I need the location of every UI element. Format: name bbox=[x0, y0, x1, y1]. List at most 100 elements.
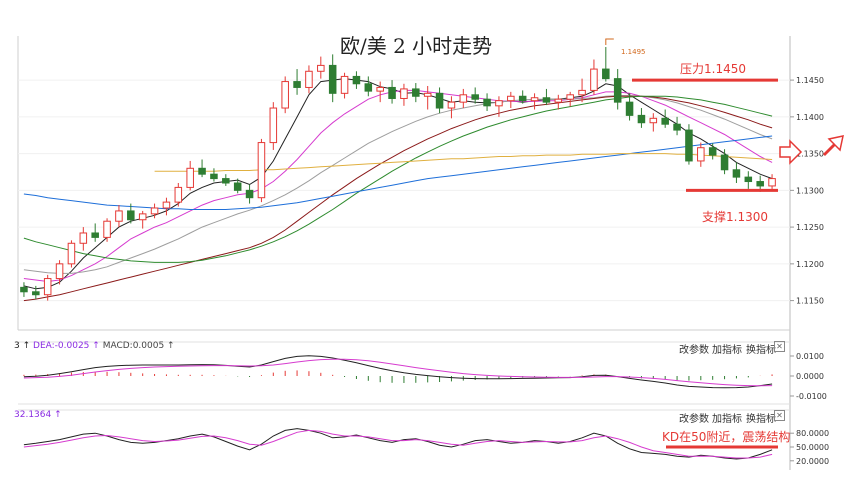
candle-down bbox=[91, 232, 99, 238]
kd-tick-label: 50.0000 bbox=[796, 443, 829, 452]
candle-down bbox=[756, 181, 764, 187]
right-arrow-icon bbox=[779, 139, 803, 165]
candle-up bbox=[79, 232, 88, 244]
candle-down bbox=[388, 86, 396, 99]
candle-down bbox=[127, 210, 135, 221]
candle-down bbox=[720, 154, 729, 171]
candle-down bbox=[198, 167, 206, 175]
candle-up bbox=[423, 92, 432, 97]
candle-up bbox=[43, 278, 52, 296]
candle-up bbox=[495, 100, 503, 107]
moving-average-lines bbox=[23, 78, 773, 302]
candle-down bbox=[222, 178, 230, 184]
candle-up bbox=[150, 207, 159, 215]
up-right-arrow-icon bbox=[822, 135, 844, 157]
macd-tick-label: 0.0100 bbox=[796, 352, 824, 361]
price-tick-label: 1.1200 bbox=[796, 260, 824, 269]
candle-up bbox=[269, 107, 278, 144]
macd-params-button[interactable]: 改参数 bbox=[679, 341, 709, 356]
candle-up bbox=[447, 101, 456, 109]
candles bbox=[20, 47, 776, 301]
candle-up bbox=[578, 89, 586, 96]
price-tick-label: 1.1300 bbox=[796, 186, 824, 195]
candle-down bbox=[483, 98, 491, 107]
chart-stage: 欧/美 2 小时走势 1.1450 1.1400 1.1350 1.1300 1.125… bbox=[0, 0, 844, 479]
candle-down bbox=[245, 189, 254, 199]
kd-add-indicator-button[interactable]: 加指标 bbox=[712, 410, 742, 425]
kd-note-label: KD在50附近，震荡结构 bbox=[662, 430, 791, 444]
macd-dea-readout: DEA:-0.0025 ↑ bbox=[33, 341, 100, 351]
candle-down bbox=[364, 83, 373, 92]
candle-down bbox=[661, 117, 669, 125]
kd-k-line bbox=[23, 428, 773, 460]
ma-line-ma10 bbox=[23, 89, 773, 283]
candle-down bbox=[625, 101, 634, 116]
candle-up bbox=[768, 178, 776, 187]
candle-up bbox=[103, 220, 111, 238]
axis-ticks: 1.14501.14001.13501.13001.12501.12001.11… bbox=[790, 76, 829, 466]
candle-up bbox=[257, 142, 266, 199]
high-marker-line bbox=[605, 38, 614, 46]
kd-panel-plot bbox=[23, 428, 773, 460]
decorations bbox=[605, 38, 844, 165]
candle-down bbox=[613, 78, 622, 103]
candle-up bbox=[507, 95, 515, 102]
candle-up bbox=[697, 147, 705, 162]
macd-dif-line bbox=[23, 355, 773, 389]
price-tick-label: 1.1250 bbox=[796, 223, 824, 232]
candle-up bbox=[400, 88, 408, 99]
ma-line-ma200 bbox=[154, 153, 773, 172]
candle-down bbox=[673, 123, 681, 131]
macd-add-indicator-button[interactable]: 加指标 bbox=[712, 341, 742, 356]
kd-params-button[interactable]: 改参数 bbox=[679, 410, 709, 425]
candle-up bbox=[554, 98, 563, 103]
candle-up bbox=[317, 64, 325, 72]
candle-up bbox=[566, 94, 574, 100]
candle-up bbox=[281, 81, 289, 109]
candle-up bbox=[138, 213, 147, 221]
candle-down bbox=[328, 64, 337, 94]
candle-up bbox=[459, 94, 468, 103]
candle-up bbox=[55, 263, 64, 280]
candle-up bbox=[305, 70, 313, 88]
candle-down bbox=[293, 81, 301, 88]
candle-up bbox=[649, 117, 658, 124]
candle-down bbox=[412, 88, 420, 97]
kd-switch-indicator-button[interactable]: 换指标 bbox=[746, 410, 776, 425]
kd-tick-label: 80.0000 bbox=[796, 429, 829, 438]
candle-down bbox=[210, 173, 218, 180]
candle-down bbox=[435, 92, 444, 109]
macd-close-button[interactable]: ✕ bbox=[774, 341, 785, 352]
macd-panel-label: 3 ↑ DEA:-0.0025 ↑ MACD:0.0005 ↑ bbox=[14, 341, 175, 351]
candle-up bbox=[530, 97, 539, 102]
candle-down bbox=[20, 286, 28, 293]
kd-close-button[interactable]: ✕ bbox=[774, 410, 785, 421]
candle-down bbox=[685, 129, 693, 162]
support-label: 支撑1.1300 bbox=[702, 210, 768, 224]
macd-switch-indicator-button[interactable]: 换指标 bbox=[746, 341, 776, 356]
macd-tick-label: 0.0000 bbox=[796, 372, 824, 381]
macd-prefix: 3 ↑ bbox=[14, 341, 31, 351]
macd-panel-plot bbox=[23, 355, 773, 389]
candle-up bbox=[340, 75, 349, 94]
candle-down bbox=[708, 147, 717, 156]
macd-value-readout: MACD:0.0005 ↑ bbox=[102, 341, 175, 351]
candle-down bbox=[637, 114, 646, 124]
kd-panel-label: 32.1364 ↑ bbox=[14, 410, 62, 420]
macd-tick-label: -0.0100 bbox=[796, 392, 827, 401]
resistance-label: 压力1.1450 bbox=[680, 62, 746, 76]
price-tick-label: 1.1400 bbox=[796, 113, 824, 122]
ma-line-ma40 bbox=[23, 95, 773, 302]
candle-up bbox=[186, 167, 194, 188]
kd-tick-label: 20.0000 bbox=[796, 457, 829, 466]
candle-up bbox=[67, 242, 76, 265]
candle-up bbox=[115, 210, 123, 222]
candle-down bbox=[732, 169, 741, 178]
ma-line-ma120 bbox=[23, 135, 773, 210]
candle-down bbox=[744, 176, 753, 183]
price-tick-label: 1.1450 bbox=[796, 76, 824, 85]
high-marker-label: 1.1495 bbox=[621, 48, 646, 56]
price-tick-label: 1.1150 bbox=[796, 297, 824, 306]
candle-down bbox=[471, 94, 479, 100]
candle-down bbox=[518, 95, 527, 102]
